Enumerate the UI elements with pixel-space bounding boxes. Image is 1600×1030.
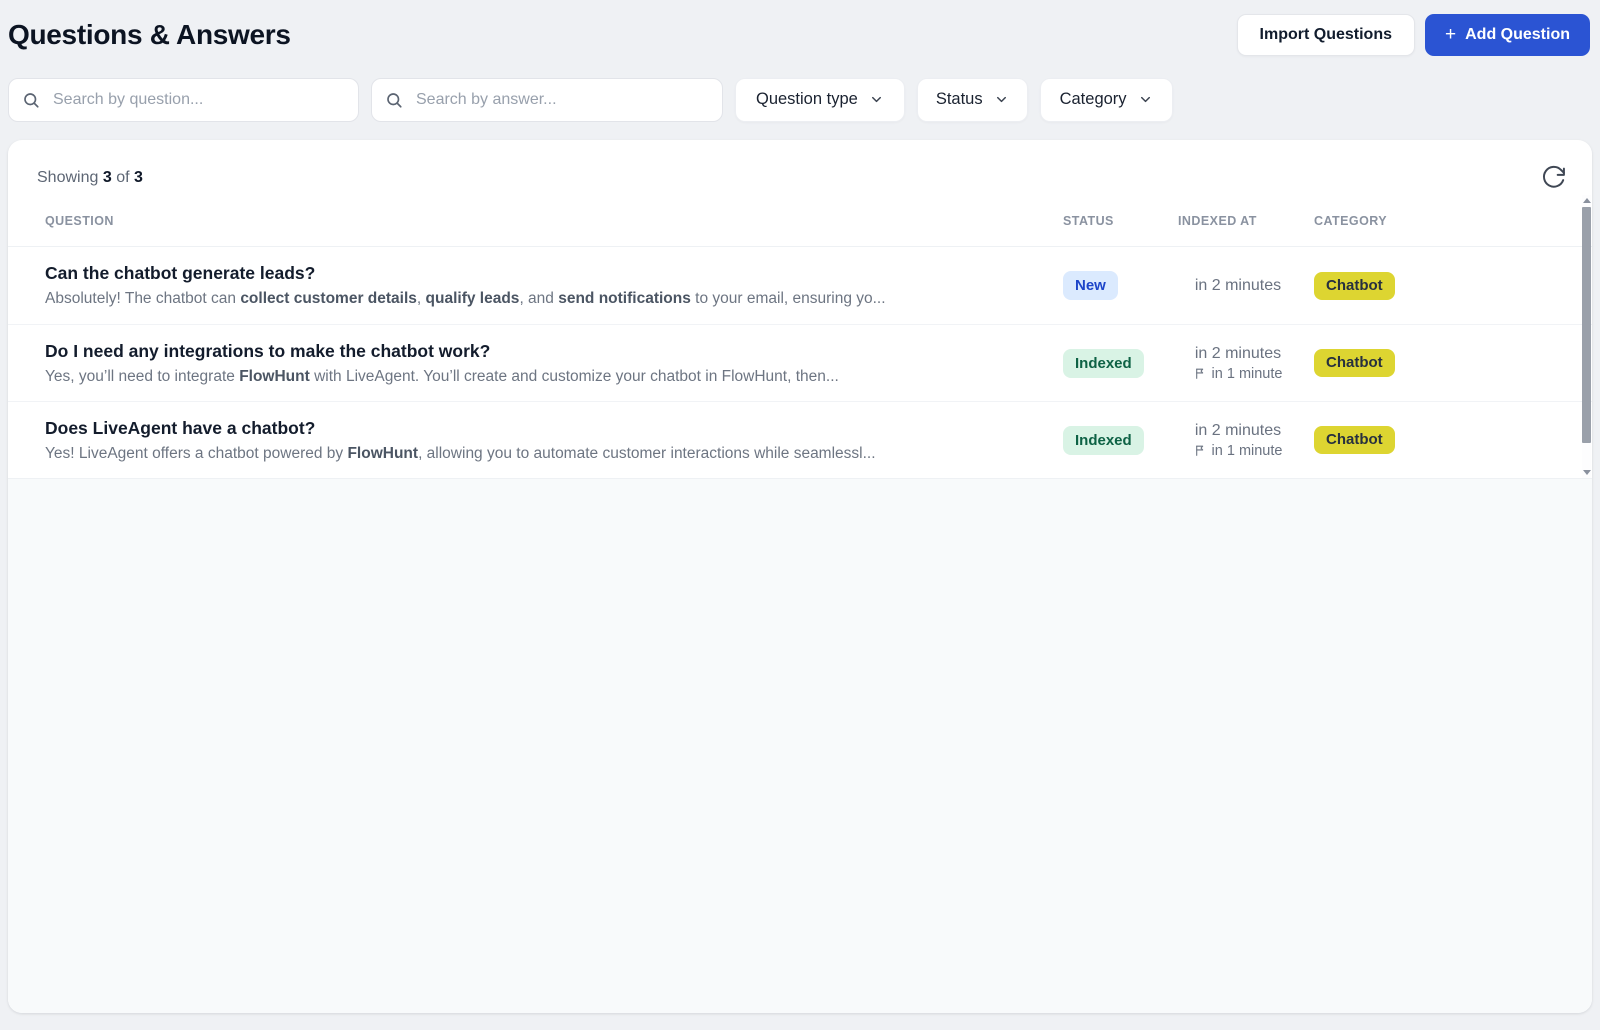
showing-total-value: 3 bbox=[133, 168, 143, 186]
add-question-label: Add Question bbox=[1465, 26, 1570, 43]
results-card: Showing 3 of 3 QUESTION STATUS INDEXED A… bbox=[8, 140, 1592, 1013]
search-answer-input[interactable] bbox=[371, 77, 723, 122]
question-answer: Yes! LiveAgent offers a chatbot powered … bbox=[45, 444, 876, 462]
chevron-down-icon bbox=[996, 96, 1006, 103]
question-title: Does LiveAgent have a chatbot? bbox=[45, 417, 316, 438]
question-cell: Does LiveAgent have a chatbot? Yes! Live… bbox=[45, 417, 1055, 464]
showing-count-value: 3 bbox=[102, 168, 112, 186]
reindex-row: in 1 minute bbox=[1194, 442, 1283, 459]
search-answer-wrap bbox=[371, 77, 723, 122]
flag-icon bbox=[1195, 445, 1203, 456]
question-title: Do I need any integrations to make the c… bbox=[45, 340, 491, 361]
status-dropdown[interactable]: Status bbox=[916, 77, 1028, 122]
indexed-at: in 2 minutes bbox=[1194, 421, 1282, 439]
column-header-status: STATUS bbox=[1063, 213, 1114, 228]
scrollbar-thumb[interactable] bbox=[1582, 207, 1591, 443]
status-badge: Indexed bbox=[1063, 425, 1144, 455]
refresh-icon bbox=[1542, 165, 1565, 188]
category-badge: Chatbot bbox=[1314, 349, 1395, 377]
reindex-time: in 1 minute bbox=[1211, 365, 1283, 382]
showing-count: Showing 3 of 3 bbox=[37, 169, 143, 187]
search-icon bbox=[24, 92, 39, 108]
status-cell: Indexed bbox=[1055, 425, 1170, 455]
filterbar: Question type Status Category bbox=[8, 77, 1592, 122]
card-header: Showing 3 of 3 bbox=[8, 140, 1592, 195]
indexed-at-cell: in 2 minutes bbox=[1170, 277, 1306, 295]
status-cell: New bbox=[1055, 271, 1170, 300]
plus-icon: + bbox=[1445, 23, 1457, 45]
status-badge: Indexed bbox=[1063, 348, 1144, 378]
search-icon bbox=[387, 92, 402, 108]
column-header-question: QUESTION bbox=[45, 213, 114, 228]
refresh-button[interactable] bbox=[1539, 163, 1568, 192]
page-title: Questions & Answers bbox=[8, 19, 291, 50]
category-badge: Chatbot bbox=[1314, 271, 1395, 300]
column-header-category: CATEGORY bbox=[1314, 213, 1388, 228]
flag-icon bbox=[1195, 368, 1203, 379]
table-row[interactable]: Can the chatbot generate leads? Absolute… bbox=[8, 247, 1592, 324]
reindex-time: in 1 minute bbox=[1211, 442, 1283, 459]
column-header-indexed-at: INDEXED AT bbox=[1178, 213, 1257, 228]
scrollbar-down-arrow[interactable] bbox=[1582, 470, 1591, 475]
table-body: Can the chatbot generate leads? Absolute… bbox=[8, 247, 1592, 478]
category-cell: Chatbot bbox=[1306, 349, 1592, 377]
import-questions-button[interactable]: Import Questions bbox=[1236, 14, 1415, 56]
category-cell: Chatbot bbox=[1306, 426, 1592, 454]
scrollbar[interactable] bbox=[1582, 195, 1591, 478]
chevron-down-icon bbox=[1140, 96, 1150, 103]
category-cell: Chatbot bbox=[1306, 271, 1592, 300]
question-type-label: Question type bbox=[756, 90, 858, 108]
indexed-at: in 2 minutes bbox=[1194, 276, 1282, 294]
add-question-button[interactable]: + Add Question bbox=[1425, 14, 1590, 56]
showing-prefix: Showing bbox=[37, 168, 99, 186]
table-row[interactable]: Does LiveAgent have a chatbot? Yes! Live… bbox=[8, 401, 1592, 478]
topbar: Questions & Answers Import Questions + A… bbox=[0, 0, 1600, 70]
chevron-down-icon bbox=[871, 96, 881, 103]
indexed-at-cell: in 2 minutes in 1 minute bbox=[1170, 422, 1306, 459]
category-dropdown[interactable]: Category bbox=[1039, 77, 1173, 122]
showing-of: of bbox=[116, 168, 130, 186]
indexed-at-cell: in 2 minutes in 1 minute bbox=[1170, 345, 1306, 382]
question-answer: Yes, you’ll need to integrate FlowHunt w… bbox=[45, 367, 839, 385]
search-question-input[interactable] bbox=[8, 77, 359, 122]
category-badge: Chatbot bbox=[1314, 426, 1395, 454]
questions-answers-page: Questions & Answers Import Questions + A… bbox=[0, 0, 1600, 1030]
search-question-wrap bbox=[8, 77, 359, 122]
status-dropdown-label: Status bbox=[935, 90, 983, 108]
indexed-at: in 2 minutes bbox=[1194, 344, 1282, 362]
reindex-row: in 1 minute bbox=[1194, 365, 1283, 382]
question-answer: Absolutely! The chatbot can collect cust… bbox=[45, 290, 886, 307]
question-title: Can the chatbot generate leads? bbox=[45, 263, 316, 283]
question-type-dropdown[interactable]: Question type bbox=[735, 77, 905, 122]
question-cell: Can the chatbot generate leads? Absolute… bbox=[45, 262, 1055, 309]
card-empty-area bbox=[8, 478, 1592, 1013]
status-badge: New bbox=[1063, 271, 1118, 300]
scrollbar-up-arrow[interactable] bbox=[1582, 198, 1591, 203]
status-cell: Indexed bbox=[1055, 348, 1170, 378]
table-row[interactable]: Do I need any integrations to make the c… bbox=[8, 324, 1592, 401]
question-cell: Do I need any integrations to make the c… bbox=[45, 340, 1055, 387]
topbar-actions: Import Questions + Add Question bbox=[1236, 14, 1590, 56]
table-header-row: QUESTION STATUS INDEXED AT CATEGORY bbox=[8, 195, 1592, 247]
category-dropdown-label: Category bbox=[1059, 90, 1127, 108]
